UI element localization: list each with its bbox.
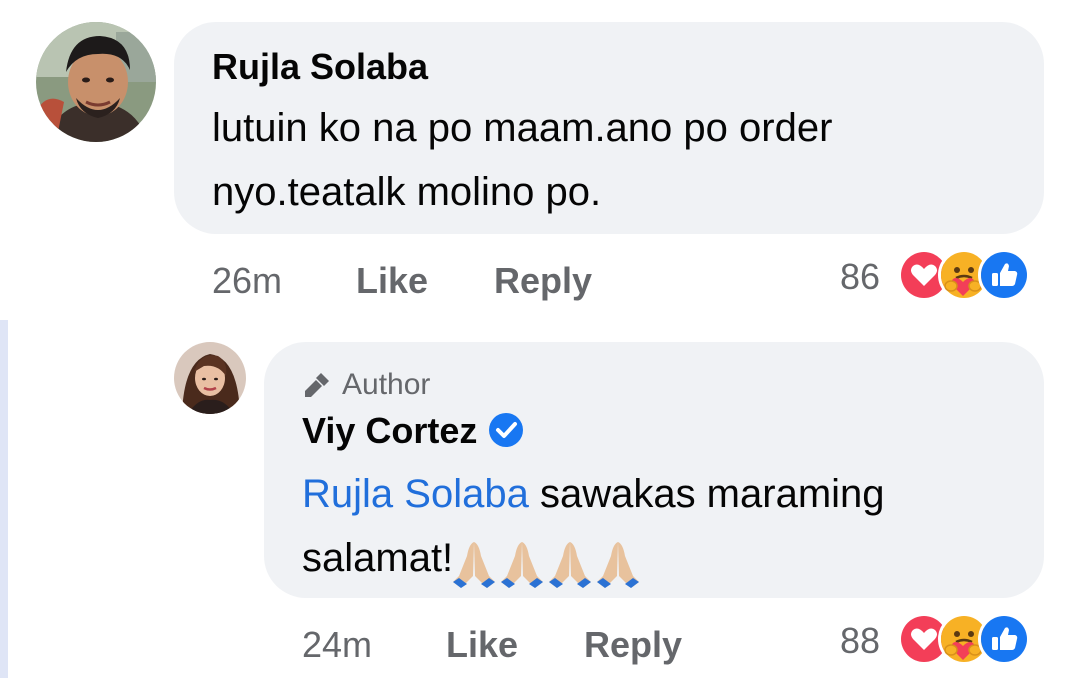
reply-reaction-count[interactable]: 88 <box>840 620 880 662</box>
folded-hands-icon <box>549 542 592 588</box>
reply-author-photo <box>174 342 246 414</box>
comment-reaction-count[interactable]: 86 <box>840 256 880 298</box>
like-icon <box>978 249 1030 301</box>
comment-like-button[interactable]: Like <box>356 260 428 302</box>
commenter-photo <box>36 22 156 142</box>
commenter-name[interactable]: Rujla Solaba <box>212 46 428 88</box>
comment-text: lutuin ko na po maam.ano po order nyo.te… <box>212 106 833 214</box>
mention-link[interactable]: Rujla Solaba <box>302 472 529 516</box>
reply-like-button[interactable]: Like <box>446 624 518 666</box>
comment-reply-button[interactable]: Reply <box>494 260 592 302</box>
reply-author-avatar[interactable] <box>174 342 246 414</box>
comment-timestamp[interactable]: 26m <box>212 260 282 302</box>
author-badge: Author <box>302 368 430 402</box>
author-badge-label: Author <box>342 368 431 401</box>
reply-reply-button[interactable]: Reply <box>584 624 682 666</box>
reply-reactions[interactable] <box>898 613 1030 665</box>
reply-timestamp[interactable]: 24m <box>302 624 372 666</box>
reply-text: Rujla Solaba sawakas maraming salamat! <box>302 462 1012 590</box>
like-icon <box>978 613 1030 665</box>
reply-author-name-row: Viy Cortez <box>302 410 524 452</box>
folded-hands-icon <box>597 542 640 588</box>
comment-reactions[interactable] <box>898 249 1030 301</box>
verified-badge-icon <box>489 413 524 448</box>
commenter-avatar[interactable] <box>36 22 156 142</box>
reply-author-name[interactable]: Viy Cortez <box>302 410 477 451</box>
folded-hands-icon <box>501 542 544 588</box>
folded-hands-icon <box>453 542 496 588</box>
microphone-icon <box>305 373 329 397</box>
thread-indicator <box>0 320 8 678</box>
